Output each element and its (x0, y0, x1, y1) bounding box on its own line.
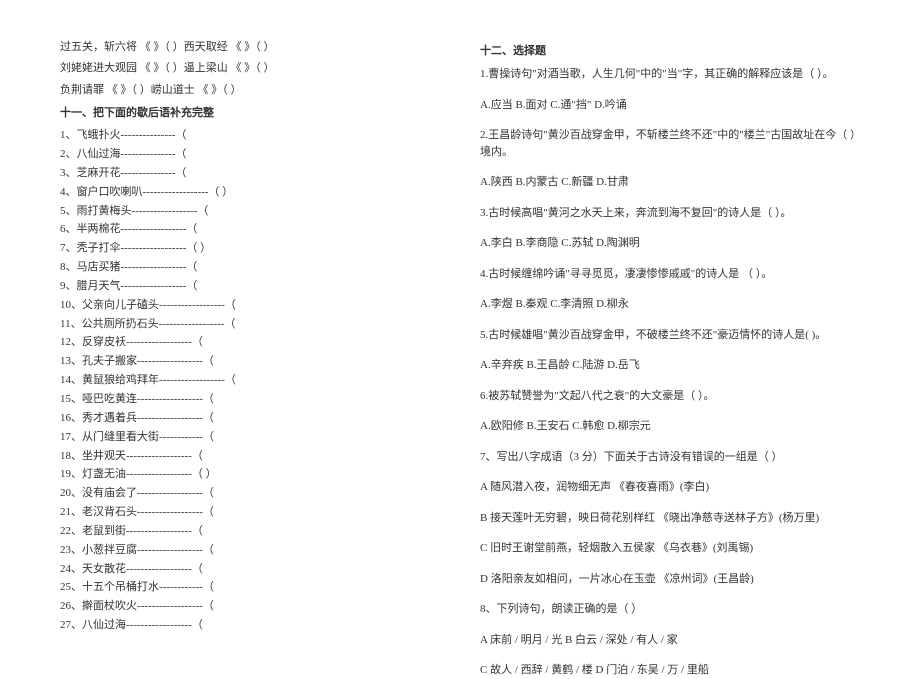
question-4: 4.古时候缠绵吟诵"寻寻觅觅，凄凄惨惨戚戚"的诗人是 （ ）。 (480, 266, 860, 283)
fill-item: 1、飞蛾扑火---------------（ (60, 128, 440, 143)
section-11-title: 十一、把下面的歇后语补充完整 (60, 104, 440, 120)
question-7: 7、写出八字成语（3 分）下面关于古诗没有错误的一组是（ ） (480, 449, 860, 466)
fill-item: 5、雨打黄梅头------------------（ (60, 204, 440, 219)
question-2: 2.王昌龄诗句"黄沙百战穿金甲，不斩楼兰终不还"中的"楼兰"古国故址在今（ ）境… (480, 127, 860, 160)
left-column: 过五关，斩六将 《 》（ ）西天取经 《 》（ ） 刘姥姥进大观园 《 》（ ）… (60, 40, 470, 611)
intro-line: 负荆请罪 《 》（ ）崂山道士 《 》（ ） (60, 83, 440, 98)
fill-item: 27、八仙过海------------------（ (60, 618, 440, 633)
fill-item: 10、父亲向儿子磕头------------------（ (60, 298, 440, 313)
fill-item: 22、老鼠到街------------------（ (60, 524, 440, 539)
question-8-option-cd: C 故人 / 西辞 / 黄鹤 / 楼 D 门泊 / 东吴 / 万 / 里船 (480, 662, 860, 679)
question-5: 5.古时候雄唱"黄沙百战穿金甲，不破楼兰终不还"豪迈情怀的诗人是( )。 (480, 327, 860, 344)
intro-line: 过五关，斩六将 《 》（ ）西天取经 《 》（ ） (60, 40, 440, 55)
fill-item: 11、公共厕所扔石头------------------（ (60, 317, 440, 332)
fill-item: 8、马店买猪------------------（ (60, 260, 440, 275)
question-7-option-b: B 接天莲叶无穷碧，映日荷花别样红 《晓出净慈寺送林子方》(杨万里) (480, 510, 860, 527)
question-6: 6.被苏轼赞誉为"文起八代之衰"的大文豪是（ ）。 (480, 388, 860, 405)
fill-item: 2、八仙过海---------------（ (60, 147, 440, 162)
fill-item: 18、坐井观天------------------（ (60, 449, 440, 464)
fill-item: 19、灯盏无油------------------（ ） (60, 467, 440, 482)
fill-item: 3、芝麻开花---------------（ (60, 166, 440, 181)
question-6-options: A.欧阳修 B.王安石 C.韩愈 D.柳宗元 (480, 418, 860, 435)
fill-item: 13、孔夫子搬家------------------（ (60, 354, 440, 369)
fill-item: 26、擀面杖吹火------------------（ (60, 599, 440, 614)
right-column: 十二、选择题 1.曹操诗句"对酒当歌，人生几何"中的"当"字，其正确的解释应该是… (470, 40, 860, 611)
fill-item: 4、窗户口吹喇叭------------------（ ） (60, 185, 440, 200)
question-8-option-ab: A 床前 / 明月 / 光 B 白云 / 深处 / 有人 / 家 (480, 632, 860, 649)
fill-item: 17、从门缝里看大街------------（ (60, 430, 440, 445)
question-1: 1.曹操诗句"对酒当歌，人生几何"中的"当"字，其正确的解释应该是（ ）。 (480, 66, 860, 83)
question-7-option-a: A 随风潜入夜，润物细无声 《春夜喜雨》(李白) (480, 479, 860, 496)
question-7-option-c: C 旧时王谢堂前燕，轻烟散入五侯家 《乌衣巷》(刘禹锡) (480, 540, 860, 557)
fill-item: 25、十五个吊桶打水------------（ (60, 580, 440, 595)
question-7-option-d: D 洛阳亲友如相问，一片冰心在玉壶 《凉州词》(王昌龄) (480, 571, 860, 588)
fill-item: 16、秀才遇着兵------------------（ (60, 411, 440, 426)
fill-item: 20、没有庙会了------------------（ (60, 486, 440, 501)
question-1-options: A.应当 B.面对 C.通"挡" D.吟诵 (480, 97, 860, 114)
fill-item: 6、半两棉花------------------（ (60, 222, 440, 237)
question-3-options: A.李白 B.李商隐 C.苏轼 D.陶渊明 (480, 235, 860, 252)
fill-item: 14、黄鼠狼给鸡拜年------------------（ (60, 373, 440, 388)
section-12-title: 十二、选择题 (480, 42, 860, 58)
question-8: 8、下列诗句，朗读正确的是（ ） (480, 601, 860, 618)
fill-item: 7、秃子打伞------------------（ ） (60, 241, 440, 256)
fill-item: 15、哑巴吃黄连------------------（ (60, 392, 440, 407)
fill-item: 24、天女散花------------------（ (60, 562, 440, 577)
question-3: 3.古时候高唱"黄河之水天上来，奔流到海不复回"的诗人是（ ）。 (480, 205, 860, 222)
intro-line: 刘姥姥进大观园 《 》（ ）逼上梁山 《 》（ ） (60, 61, 440, 76)
question-2-options: A.陕西 B.内蒙古 C.新疆 D.甘肃 (480, 174, 860, 191)
question-5-options: A.辛弃疾 B.王昌龄 C.陆游 D.岳飞 (480, 357, 860, 374)
fill-item: 23、小葱拌豆腐------------------（ (60, 543, 440, 558)
question-4-options: A.李煜 B.秦观 C.李清照 D.柳永 (480, 296, 860, 313)
fill-item: 12、反穿皮袄------------------（ (60, 335, 440, 350)
fill-item: 21、老汉背石头------------------（ (60, 505, 440, 520)
fill-item: 9、腊月天气------------------（ (60, 279, 440, 294)
